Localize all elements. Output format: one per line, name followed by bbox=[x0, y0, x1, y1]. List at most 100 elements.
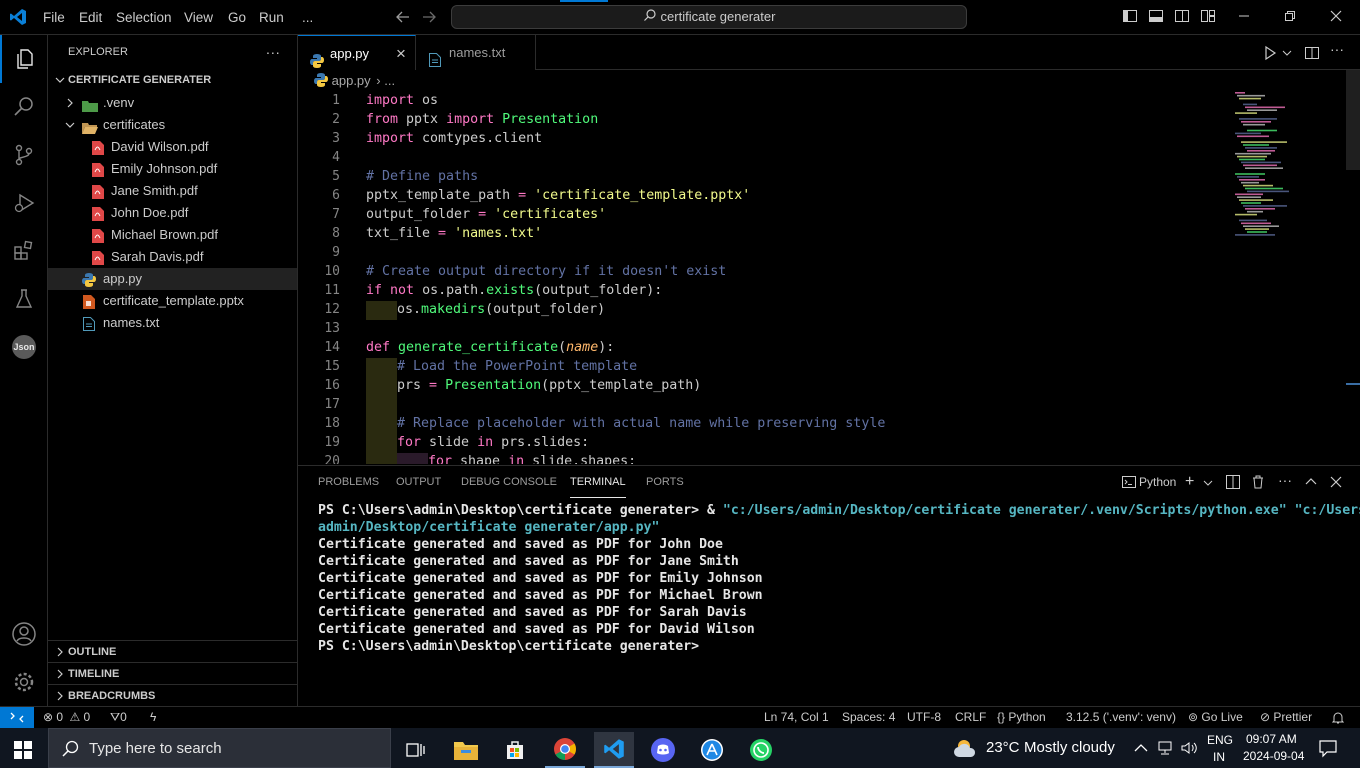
terminal-shell-selector[interactable]: Python bbox=[1122, 475, 1176, 492]
run-debug-icon[interactable] bbox=[0, 179, 48, 227]
editor-more-icon[interactable]: ··· bbox=[1330, 41, 1344, 57]
testing-flask-icon[interactable] bbox=[0, 275, 48, 323]
show-hidden-icons-chevron-up-icon[interactable] bbox=[1134, 741, 1148, 758]
command-center-search[interactable]: certificate generater bbox=[451, 5, 967, 29]
timeline-section[interactable]: TIMELINE bbox=[48, 662, 297, 684]
explorer-more-button[interactable]: ... bbox=[266, 41, 281, 57]
tree-item-app-py[interactable]: app.py bbox=[48, 268, 297, 290]
minimize-icon[interactable] bbox=[1236, 8, 1254, 26]
source-control-icon[interactable] bbox=[0, 131, 48, 179]
workspace-root[interactable]: CERTIFICATE GENERATER bbox=[48, 69, 297, 91]
cursor-position[interactable]: Ln 74, Col 1 bbox=[764, 707, 829, 729]
notifications-bell-icon[interactable] bbox=[1331, 707, 1345, 729]
toggle-secondary-sidebar-icon[interactable] bbox=[1174, 8, 1192, 26]
file-explorer-icon[interactable] bbox=[446, 732, 486, 768]
panel-more-icon[interactable]: ··· bbox=[1278, 472, 1292, 488]
encoding[interactable]: UTF-8 bbox=[907, 707, 941, 729]
tree-item-certificates[interactable]: certificates bbox=[48, 114, 297, 136]
maximize-panel-icon[interactable] bbox=[1304, 475, 1318, 492]
close-tab-icon[interactable]: × bbox=[396, 36, 406, 71]
tab-names-txt[interactable]: names.txt bbox=[416, 35, 536, 70]
forward-arrow-icon[interactable] bbox=[421, 9, 437, 28]
network-icon[interactable] bbox=[1156, 739, 1174, 760]
clock-date[interactable]: 2024-09-04 bbox=[1243, 749, 1304, 763]
new-terminal-plus-icon[interactable]: + bbox=[1185, 473, 1194, 491]
trash-icon[interactable] bbox=[1251, 475, 1265, 492]
terminal-prompt[interactable]: PS C:\Users\admin\Desktop\certificate ge… bbox=[318, 639, 699, 654]
ports-status[interactable]: ⛛0 bbox=[110, 707, 127, 729]
clock-time[interactable]: 09:07 AM bbox=[1246, 732, 1297, 746]
problems-status[interactable]: ⊗ 0 ⚠ 0 bbox=[43, 707, 90, 729]
search-view-icon[interactable] bbox=[0, 83, 48, 131]
tree-item-names-txt[interactable]: names.txt bbox=[48, 312, 297, 334]
close-window-icon[interactable] bbox=[1328, 8, 1346, 26]
tab-problems[interactable]: PROBLEMS bbox=[318, 476, 379, 498]
microsoft-store-icon[interactable] bbox=[495, 732, 535, 768]
tree-item-venv[interactable]: .venv bbox=[48, 92, 297, 114]
weather-cloudy-icon[interactable] bbox=[953, 737, 981, 762]
menu-selection[interactable]: Selection bbox=[116, 0, 172, 35]
tree-item-pdf[interactable]: Emily Johnson.pdf bbox=[48, 158, 297, 180]
tab-terminal[interactable]: TERMINAL bbox=[570, 476, 626, 498]
toggle-primary-sidebar-icon[interactable] bbox=[1122, 8, 1140, 26]
menu-file[interactable]: File bbox=[43, 0, 65, 35]
code-editor[interactable]: app.py › ... 1 2 3 4 5 6 7 8 9 10 11 12 13 14 15 16 17 18… bbox=[298, 70, 1360, 464]
weather-temp[interactable]: 23°C bbox=[986, 739, 1020, 756]
customize-layout-icon[interactable] bbox=[1200, 8, 1218, 26]
prettier-status[interactable]: ⊘ Prettier bbox=[1260, 707, 1312, 729]
tab-ports[interactable]: PORTS bbox=[646, 476, 684, 498]
run-python-icon[interactable] bbox=[1262, 45, 1278, 64]
volume-icon[interactable] bbox=[1180, 739, 1198, 760]
remote-indicator[interactable] bbox=[0, 707, 34, 728]
run-dropdown-icon[interactable] bbox=[1282, 45, 1292, 64]
notification-center-icon[interactable] bbox=[1318, 738, 1338, 761]
language-mode[interactable]: {} Python bbox=[997, 707, 1046, 729]
explorer-icon[interactable] bbox=[0, 35, 48, 83]
breadcrumbs-section[interactable]: BREADCRUMBS bbox=[48, 684, 297, 706]
vertical-scrollbar[interactable] bbox=[1346, 70, 1360, 170]
close-panel-icon[interactable] bbox=[1329, 475, 1343, 492]
tree-item-pdf[interactable]: David Wilson.pdf bbox=[48, 136, 297, 158]
language-indicator[interactable]: ENG bbox=[1207, 733, 1233, 747]
tree-item-pdf[interactable]: Michael Brown.pdf bbox=[48, 224, 297, 246]
lightning-icon[interactable]: ϟ bbox=[150, 707, 156, 729]
tree-item-pdf[interactable]: John Doe.pdf bbox=[48, 202, 297, 224]
outline-section[interactable]: OUTLINE bbox=[48, 640, 297, 662]
menu-go[interactable]: Go bbox=[228, 0, 246, 35]
go-live-button[interactable]: ⊚ Go Live bbox=[1188, 707, 1243, 729]
tree-item-pdf[interactable]: Jane Smith.pdf bbox=[48, 180, 297, 202]
split-editor-icon[interactable] bbox=[1304, 45, 1320, 64]
python-interpreter[interactable]: 3.12.5 ('.venv': venv) bbox=[1066, 707, 1176, 729]
indentation[interactable]: Spaces: 4 bbox=[842, 707, 895, 729]
taskbar-search-box[interactable]: Type here to search bbox=[48, 728, 391, 768]
breadcrumb-file[interactable]: app.py bbox=[332, 73, 371, 88]
tree-item-pdf[interactable]: Sarah Davis.pdf bbox=[48, 246, 297, 268]
task-view-icon[interactable] bbox=[396, 732, 436, 768]
menu-edit[interactable]: Edit bbox=[79, 0, 102, 35]
discord-icon[interactable] bbox=[643, 732, 683, 768]
extensions-icon[interactable] bbox=[0, 227, 48, 275]
app-icon[interactable] bbox=[692, 732, 732, 768]
chrome-icon[interactable] bbox=[545, 732, 585, 768]
breadcrumb-symbol[interactable]: ... bbox=[384, 73, 395, 88]
tab-output[interactable]: OUTPUT bbox=[396, 476, 441, 498]
end-of-line[interactable]: CRLF bbox=[955, 707, 986, 729]
windows-start-icon[interactable] bbox=[3, 732, 43, 768]
weather-condition[interactable]: Mostly cloudy bbox=[1024, 739, 1115, 756]
back-arrow-icon[interactable] bbox=[395, 9, 411, 28]
vscode-taskbar-icon[interactable] bbox=[594, 732, 634, 768]
tree-item-pptx[interactable]: certificate_template.pptx bbox=[48, 290, 297, 312]
menu-view[interactable]: View bbox=[184, 0, 213, 35]
toggle-panel-icon[interactable] bbox=[1148, 8, 1166, 26]
whatsapp-icon[interactable] bbox=[741, 732, 781, 768]
tab-debug-console[interactable]: DEBUG CONSOLE bbox=[461, 476, 557, 498]
restore-icon[interactable] bbox=[1282, 8, 1300, 26]
settings-gear-icon[interactable] bbox=[0, 658, 48, 706]
menu-more[interactable]: ... bbox=[302, 0, 313, 35]
accounts-icon[interactable] bbox=[0, 610, 48, 658]
chevron-down-icon[interactable] bbox=[1203, 476, 1213, 493]
split-terminal-icon[interactable] bbox=[1226, 475, 1240, 492]
tab-app-py[interactable]: app.py × bbox=[298, 35, 416, 70]
menu-run[interactable]: Run bbox=[259, 0, 284, 35]
json-extension-icon[interactable]: Json bbox=[0, 323, 48, 371]
